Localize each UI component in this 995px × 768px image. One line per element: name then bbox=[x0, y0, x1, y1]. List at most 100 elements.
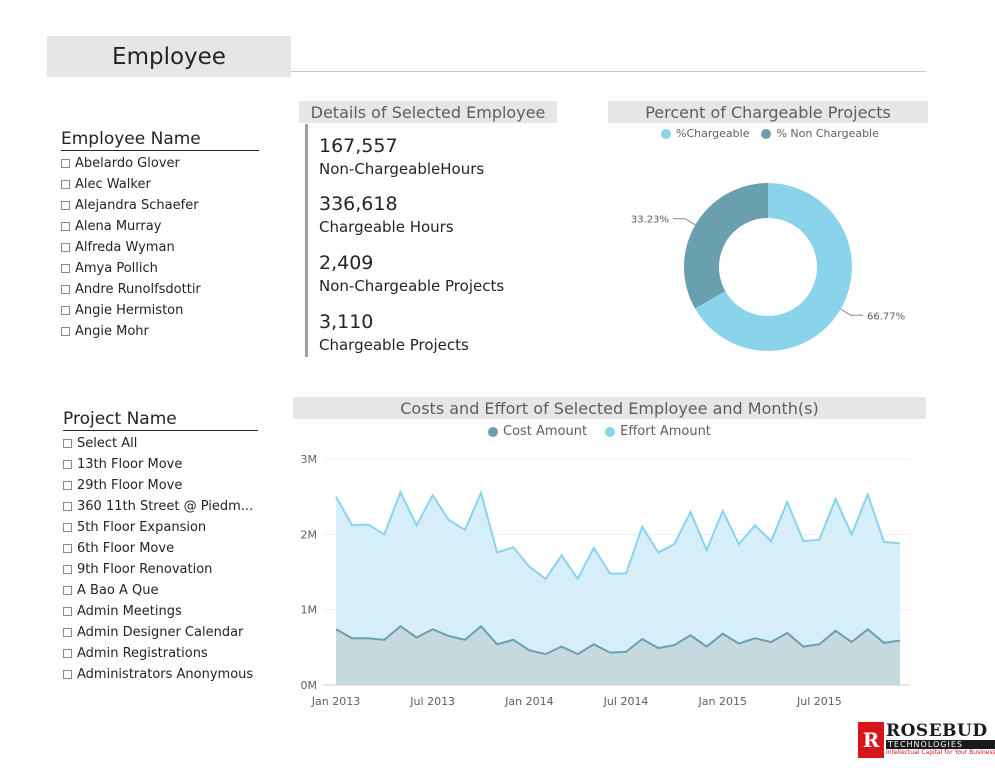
kpi-non-chargeable-hours: 167,557 Non-ChargeableHours bbox=[319, 134, 484, 180]
legend-label: Cost Amount bbox=[503, 424, 588, 439]
donut-leader-line bbox=[840, 308, 863, 316]
checkbox-icon[interactable] bbox=[63, 607, 72, 616]
legend-item-chargeable[interactable]: %Chargeable bbox=[661, 127, 749, 140]
y-tick-label: 1M bbox=[301, 604, 318, 617]
checkbox-icon[interactable] bbox=[61, 180, 70, 189]
x-tick-label: Jan 2015 bbox=[698, 695, 747, 708]
employee-slicer-item-label: Alejandra Schaefer bbox=[75, 198, 199, 213]
kpi-value: 2,409 bbox=[319, 252, 374, 274]
project-slicer-item-label: Admin Designer Calendar bbox=[77, 625, 244, 640]
project-slicer-item[interactable]: Admin Designer Calendar bbox=[63, 622, 258, 643]
employee-slicer-list: Abelardo Glover Alec Walker Alejandra Scha… bbox=[61, 153, 259, 342]
x-tick-label: Jul 2015 bbox=[796, 695, 842, 708]
donut-header: Percent of Chargeable Projects bbox=[608, 101, 928, 123]
employee-slicer-item-label: Angie Hermiston bbox=[75, 303, 184, 318]
checkbox-icon[interactable] bbox=[63, 481, 72, 490]
project-slicer-item-label: 9th Floor Renovation bbox=[77, 562, 213, 577]
employee-slicer-item[interactable]: Alec Walker bbox=[61, 174, 259, 195]
project-slicer-item-label: 360 11th Street @ Piedm... bbox=[77, 499, 254, 514]
checkbox-icon[interactable] bbox=[63, 502, 72, 511]
checkbox-icon[interactable] bbox=[63, 544, 72, 553]
checkbox-icon[interactable] bbox=[63, 439, 72, 448]
employee-slicer-item-label: Andre Runolfsdottir bbox=[75, 282, 201, 297]
donut-chart[interactable]: 66.77% 33.23% bbox=[610, 150, 930, 365]
x-tick-label: Jan 2013 bbox=[311, 695, 360, 708]
employee-name-slicer: Employee Name Abelardo Glover Alec Walker… bbox=[61, 129, 259, 342]
kpi-label: Non-Chargeable Projects bbox=[319, 277, 505, 295]
kpi-value: 167,557 bbox=[319, 135, 398, 157]
kpi-value: 336,618 bbox=[319, 193, 398, 215]
checkbox-icon[interactable] bbox=[61, 264, 70, 273]
employee-slicer-item-label: Alec Walker bbox=[75, 177, 151, 192]
project-slicer-item[interactable]: 360 11th Street @ Piedm... bbox=[63, 496, 258, 517]
y-tick-label: 3M bbox=[301, 453, 318, 466]
kpi-chargeable-hours: 336,618 Chargeable Hours bbox=[319, 192, 454, 238]
employee-slicer-item[interactable]: Alfreda Wyman bbox=[61, 237, 259, 258]
kpi-label: Chargeable Projects bbox=[319, 336, 469, 354]
donut-data-label: 33.23% bbox=[631, 215, 669, 226]
project-slicer-item-label: 13th Floor Move bbox=[77, 457, 183, 472]
employee-slicer-item[interactable]: Andre Runolfsdottir bbox=[61, 279, 259, 300]
y-tick-label: 0M bbox=[301, 679, 318, 692]
project-slicer-item[interactable]: 29th Floor Move bbox=[63, 475, 258, 496]
checkbox-icon[interactable] bbox=[63, 523, 72, 532]
donut-slice[interactable] bbox=[684, 182, 768, 309]
project-slicer-item[interactable]: Admin Registrations bbox=[63, 643, 258, 664]
legend-label: % Non Chargeable bbox=[776, 127, 879, 140]
kpi-accent-bar bbox=[305, 124, 308, 357]
rosebud-logo: R ROSEBUD TECHNOLOGIES Intellectual Capi… bbox=[858, 722, 995, 758]
kpi-label: Chargeable Hours bbox=[319, 218, 454, 236]
project-slicer-item[interactable]: 6th Floor Move bbox=[63, 538, 258, 559]
checkbox-icon[interactable] bbox=[61, 201, 70, 210]
area-chart[interactable]: 0M 1M 2M 3M Jan 2013 Jul 2013 Jan 2014 Jul 2014… bbox=[293, 445, 926, 715]
employee-slicer-item-label: Alena Murray bbox=[75, 219, 162, 234]
employee-slicer-item[interactable]: Alejandra Schaefer bbox=[61, 195, 259, 216]
project-slicer-header: Project Name bbox=[63, 409, 258, 431]
employee-slicer-item[interactable]: Alena Murray bbox=[61, 216, 259, 237]
kpi-non-chargeable-projects: 2,409 Non-Chargeable Projects bbox=[319, 251, 504, 297]
project-slicer-item[interactable]: A Bao A Que bbox=[63, 580, 258, 601]
checkbox-icon[interactable] bbox=[63, 460, 72, 469]
legend-dot-cost bbox=[488, 426, 498, 437]
project-slicer-item[interactable]: Administrators Anonymous bbox=[63, 664, 258, 685]
employee-slicer-header: Employee Name bbox=[61, 129, 259, 151]
legend-dot-chargeable bbox=[661, 128, 671, 139]
checkbox-icon[interactable] bbox=[61, 159, 70, 168]
employee-slicer-item-label: Abelardo Glover bbox=[75, 156, 180, 171]
logo-mark: R bbox=[858, 722, 884, 758]
legend-item-cost[interactable]: Cost Amount bbox=[488, 424, 587, 439]
employee-slicer-item[interactable]: Angie Mohr bbox=[61, 321, 259, 342]
logo-name: ROSEBUD bbox=[886, 722, 988, 741]
checkbox-icon[interactable] bbox=[61, 285, 70, 294]
project-slicer-item[interactable]: 5th Floor Expansion bbox=[63, 517, 258, 538]
checkbox-icon[interactable] bbox=[63, 670, 72, 679]
legend-label: Effort Amount bbox=[620, 424, 711, 439]
employee-slicer-item[interactable]: Abelardo Glover bbox=[61, 153, 259, 174]
legend-item-effort[interactable]: Effort Amount bbox=[605, 424, 711, 439]
project-slicer-item-label: Select All bbox=[77, 436, 138, 451]
employee-slicer-item[interactable]: Angie Hermiston bbox=[61, 300, 259, 321]
x-tick-label: Jul 2014 bbox=[603, 695, 649, 708]
logo-tagline: Intellectual Capital for Your Business bbox=[886, 749, 995, 756]
project-slicer-item[interactable]: 9th Floor Renovation bbox=[63, 559, 258, 580]
project-slicer-item-label: Administrators Anonymous bbox=[77, 667, 254, 682]
checkbox-icon[interactable] bbox=[63, 628, 72, 637]
project-slicer-item[interactable]: 13th Floor Move bbox=[63, 454, 258, 475]
y-tick-label: 2M bbox=[301, 528, 318, 541]
checkbox-icon[interactable] bbox=[61, 243, 70, 252]
area-chart-legend: Cost Amount Effort Amount bbox=[488, 424, 723, 439]
project-slicer-list: Select All 13th Floor Move 29th Floor Move… bbox=[63, 433, 258, 685]
checkbox-icon[interactable] bbox=[63, 649, 72, 658]
checkbox-icon[interactable] bbox=[61, 222, 70, 231]
checkbox-icon[interactable] bbox=[61, 306, 70, 315]
checkbox-icon[interactable] bbox=[63, 586, 72, 595]
checkbox-icon[interactable] bbox=[61, 327, 70, 336]
employee-slicer-item[interactable]: Amya Pollich bbox=[61, 258, 259, 279]
x-tick-label: Jul 2013 bbox=[409, 695, 455, 708]
project-slicer-item[interactable]: Select All bbox=[63, 433, 258, 454]
checkbox-icon[interactable] bbox=[63, 565, 72, 574]
page-title: Employee bbox=[47, 36, 291, 77]
legend-item-non-chargeable[interactable]: % Non Chargeable bbox=[761, 127, 879, 140]
kpi-value: 3,110 bbox=[319, 311, 374, 333]
project-slicer-item[interactable]: Admin Meetings bbox=[63, 601, 258, 622]
